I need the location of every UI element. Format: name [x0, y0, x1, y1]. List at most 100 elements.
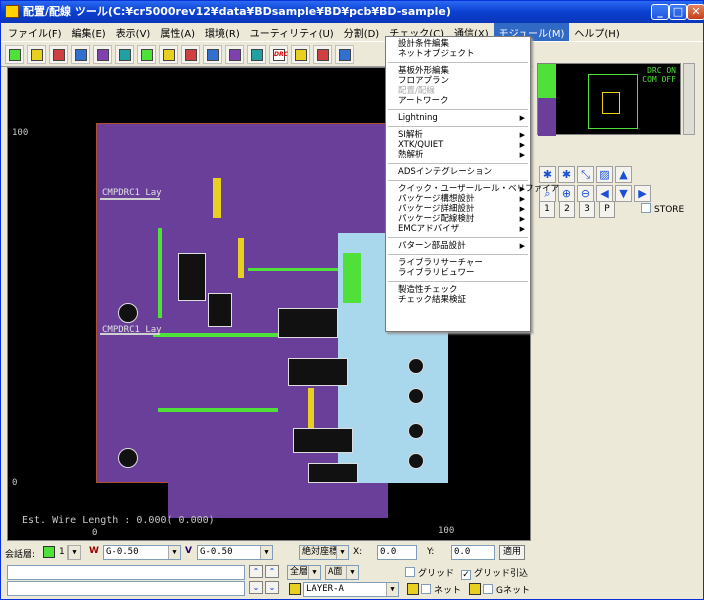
pan-right-icon[interactable]: ▶	[634, 185, 651, 202]
menu-item-1[interactable]: 編集(E)	[67, 23, 111, 41]
grid-snap-label: グリッド引込	[474, 569, 529, 579]
move-icon-glyph	[53, 49, 65, 61]
width1-field[interactable]: G-0.50 ▼	[103, 545, 181, 560]
menu-item-2[interactable]: 表示(V)	[111, 23, 156, 41]
module-menu-item-label: クイック・ユーザールール・ベリファイア	[398, 184, 560, 194]
module-menu-item[interactable]: 基板外形編集	[386, 66, 530, 76]
module-menu-item[interactable]: XTK/QUIET ▶	[386, 140, 530, 150]
move-icon[interactable]	[49, 45, 68, 64]
width2-field[interactable]: G-0.50 ▼	[197, 545, 273, 560]
light2-icon[interactable]: ✱	[558, 166, 575, 183]
undo-icon[interactable]	[313, 45, 332, 64]
component-icon[interactable]	[137, 45, 156, 64]
module-menu-item[interactable]: ライブラリサーチャー	[386, 258, 530, 268]
menu-item-0[interactable]: ファイル(F)	[3, 23, 67, 41]
fit-icon[interactable]: ⤡	[577, 166, 594, 183]
module-menu-item[interactable]: ネットオブジェクト	[386, 49, 530, 59]
minimize-button[interactable]: _	[651, 4, 669, 20]
pad-icon[interactable]	[203, 45, 222, 64]
zoom-window-icon[interactable]: ▨	[596, 166, 613, 183]
menu-item-4[interactable]: 環境(R)	[200, 23, 245, 41]
light-icon[interactable]: ✱	[539, 166, 556, 183]
module-menu-item[interactable]: Lightning ▶	[386, 113, 530, 123]
overview-map[interactable]: DRC ON COM OFF	[537, 63, 681, 136]
mounting-hole	[118, 303, 138, 323]
pan-left-icon[interactable]: ◀	[596, 185, 613, 202]
module-menu-item[interactable]: チェック結果検証	[386, 295, 530, 305]
redo-icon[interactable]	[335, 45, 354, 64]
rotate-icon[interactable]	[27, 45, 46, 64]
face-select[interactable]: A面 ▼	[325, 565, 359, 580]
menu-item-3[interactable]: 属性(A)	[155, 23, 200, 41]
copy-icon[interactable]	[71, 45, 90, 64]
layer-dropdown[interactable]: ▼	[67, 545, 81, 560]
component	[308, 463, 358, 483]
module-menu-item[interactable]: EMCアドバイザ ▶	[386, 224, 530, 234]
module-menu-item[interactable]: パターン部品設計 ▶	[386, 241, 530, 251]
mounting-hole	[408, 358, 424, 374]
preset-3-button[interactable]: 3	[579, 201, 595, 218]
preset-1-button[interactable]: 1	[539, 201, 555, 218]
via-icon[interactable]	[115, 45, 134, 64]
preset-2-button[interactable]: 2	[559, 201, 575, 218]
preset-p-button[interactable]: P	[599, 201, 615, 218]
module-menu-item-label: Lightning	[398, 113, 438, 123]
net-checkbox[interactable]: ネット	[421, 583, 461, 596]
x-input[interactable]: 0.0	[377, 545, 417, 560]
module-menu-item[interactable]: SI解析 ▶	[386, 130, 530, 140]
close-button[interactable]: ✕	[687, 4, 704, 20]
scroll-up-icon[interactable]: ⌃	[249, 565, 263, 578]
maximize-button[interactable]: □	[669, 4, 687, 20]
store-checkbox[interactable]: STORE	[641, 203, 684, 215]
scroll-down2-icon[interactable]: ⌄	[265, 581, 279, 594]
net-icon[interactable]	[159, 45, 178, 64]
scroll-up2-icon[interactable]: ⌃	[265, 565, 279, 578]
module-menu-item[interactable]: ライブラリビュワー	[386, 268, 530, 278]
pan-down-icon[interactable]: ▼	[615, 185, 632, 202]
place-icon[interactable]	[5, 45, 24, 64]
module-menu-item-label: 熱解析	[398, 150, 424, 160]
pan-up-icon[interactable]: ▲	[615, 166, 632, 183]
grid-checkbox[interactable]: グリッド	[405, 566, 454, 579]
module-menu-item[interactable]: 熱解析 ▶	[386, 150, 530, 160]
message-field-2[interactable]	[7, 581, 245, 596]
gnet-checkbox[interactable]: Gネット	[483, 583, 530, 596]
plane-icon[interactable]	[247, 45, 266, 64]
layer-icon[interactable]	[181, 45, 200, 64]
y-input[interactable]: 0.0	[451, 545, 495, 560]
component	[288, 358, 348, 386]
all-layers-select[interactable]: 全層 ▼	[287, 565, 321, 580]
overview-scrollbar[interactable]	[683, 63, 695, 135]
apply-button[interactable]: 適用	[499, 545, 525, 560]
coord-mode-select[interactable]: 絶対座標 ▼	[299, 545, 349, 560]
measure-icon[interactable]	[291, 45, 310, 64]
module-menu-item-label: パッケージ詳細設計	[398, 204, 475, 214]
scroll-down-icon[interactable]: ⌄	[249, 581, 263, 594]
module-menu-item[interactable]: クイック・ユーザールール・ベリファイア ▶	[386, 184, 559, 194]
route-icon[interactable]	[93, 45, 112, 64]
zoom-in-icon[interactable]: ⊕	[558, 185, 575, 202]
module-dropdown-menu: 設計条件編集 ネットオブジェクト 基板外形編集 フロアプラン 配置/配線 アートワーク Li…	[385, 36, 559, 332]
module-menu-item[interactable]: パッケージ構想設計 ▶	[386, 194, 530, 204]
module-menu-item[interactable]: パッケージ詳細設計 ▶	[386, 204, 530, 214]
zoom-out-icon[interactable]: ⊖	[577, 185, 594, 202]
axis-x-100: 100	[438, 526, 455, 536]
drc-icon[interactable]: DRC	[269, 45, 288, 64]
menu-item-10[interactable]: ヘルプ(H)	[569, 23, 624, 41]
module-menu-item[interactable]: ADSインテグレーション	[386, 167, 530, 177]
layer-name-select[interactable]: LAYER-A ▼	[303, 582, 399, 597]
module-menu-item[interactable]: 設計条件編集	[386, 39, 530, 49]
module-menu-item[interactable]: パッケージ配線検討 ▶	[386, 214, 530, 224]
trace-icon[interactable]	[225, 45, 244, 64]
module-menu-item[interactable]: フロアプラン	[386, 76, 530, 86]
face-value: A面	[328, 567, 343, 577]
grid-snap-checkbox[interactable]: ✓ グリッド引込	[461, 566, 528, 580]
menu-item-5[interactable]: ユーティリティ(U)	[245, 23, 339, 41]
message-field-1[interactable]	[7, 565, 245, 580]
minimap-component	[602, 92, 620, 114]
menu-item-6[interactable]: 分割(D)	[339, 23, 385, 41]
module-menu-item[interactable]: 製造性チェック	[386, 285, 530, 295]
layer-value: 1	[59, 547, 65, 557]
module-menu-item[interactable]: アートワーク	[386, 96, 530, 106]
trace-icon-glyph	[229, 49, 241, 61]
